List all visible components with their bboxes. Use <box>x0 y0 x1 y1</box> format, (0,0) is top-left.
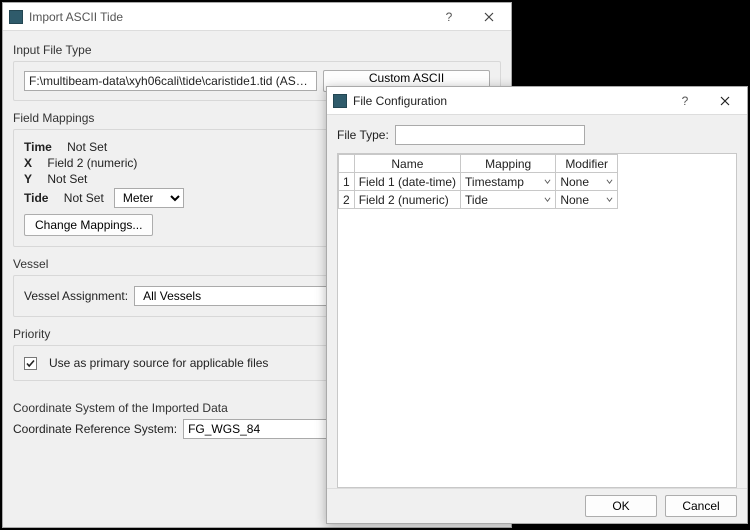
help-button[interactable]: ? <box>429 4 469 30</box>
col-name: Name <box>354 155 460 173</box>
chevron-down-icon <box>544 196 551 203</box>
chevron-down-icon <box>606 178 613 185</box>
app-icon <box>333 94 347 108</box>
row-number: 2 <box>339 191 355 209</box>
x-label: X <box>24 156 32 170</box>
cell-name: Field 2 (numeric) <box>354 191 460 209</box>
chevron-down-icon <box>544 178 551 185</box>
file-configuration-window: File Configuration ? File Type: Name Map… <box>326 86 748 524</box>
row-number: 1 <box>339 173 355 191</box>
close-icon <box>720 96 730 106</box>
y-label: Y <box>24 172 32 186</box>
col-modifier: Modifier <box>556 155 618 173</box>
file-type-input[interactable] <box>395 125 585 145</box>
tide-label: Tide <box>24 191 48 205</box>
vessel-assignment-label: Vessel Assignment: <box>24 289 128 303</box>
titlebar[interactable]: File Configuration ? <box>327 87 747 115</box>
primary-source-label: Use as primary source for applicable fil… <box>49 356 268 370</box>
col-mapping: Mapping <box>461 155 556 173</box>
help-button[interactable]: ? <box>665 88 705 114</box>
cell-modifier[interactable]: None <box>556 191 618 209</box>
close-icon <box>484 12 494 22</box>
cell-mapping[interactable]: Tide <box>461 191 556 209</box>
x-value: Field 2 (numeric) <box>47 156 137 170</box>
crs-field-label: Coordinate Reference System: <box>13 422 177 436</box>
table-header-row: Name Mapping Modifier <box>339 155 618 173</box>
dialog-button-bar: OK Cancel <box>327 488 747 523</box>
chevron-down-icon <box>606 196 613 203</box>
window-title: File Configuration <box>353 94 665 108</box>
table-row[interactable]: 2 Field 2 (numeric) Tide None <box>339 191 618 209</box>
time-label: Time <box>24 140 52 154</box>
cancel-button[interactable]: Cancel <box>665 495 737 517</box>
window-title: Import ASCII Tide <box>29 10 429 24</box>
tide-value: Not Set <box>64 191 104 205</box>
file-type-label: File Type: <box>337 128 389 142</box>
close-button[interactable] <box>705 88 745 114</box>
tide-unit-select[interactable]: Meters <box>114 188 184 208</box>
ok-button[interactable]: OK <box>585 495 657 517</box>
time-value: Not Set <box>67 140 107 154</box>
check-icon <box>25 358 36 369</box>
field-config-table: Name Mapping Modifier 1 Field 1 (date-ti… <box>338 154 618 209</box>
input-file-path[interactable]: F:\multibeam-data\xyh06cali\tide\caristi… <box>24 71 317 91</box>
primary-source-checkbox[interactable] <box>24 357 37 370</box>
change-mappings-button[interactable]: Change Mappings... <box>24 214 153 236</box>
cell-mapping[interactable]: Timestamp <box>461 173 556 191</box>
cell-modifier[interactable]: None <box>556 173 618 191</box>
cell-name: Field 1 (date-time) <box>354 173 460 191</box>
table-row[interactable]: 1 Field 1 (date-time) Timestamp None <box>339 173 618 191</box>
y-value: Not Set <box>47 172 87 186</box>
app-icon <box>9 10 23 24</box>
input-file-type-label: Input File Type <box>13 43 501 57</box>
titlebar[interactable]: Import ASCII Tide ? <box>3 3 511 31</box>
close-button[interactable] <box>469 4 509 30</box>
